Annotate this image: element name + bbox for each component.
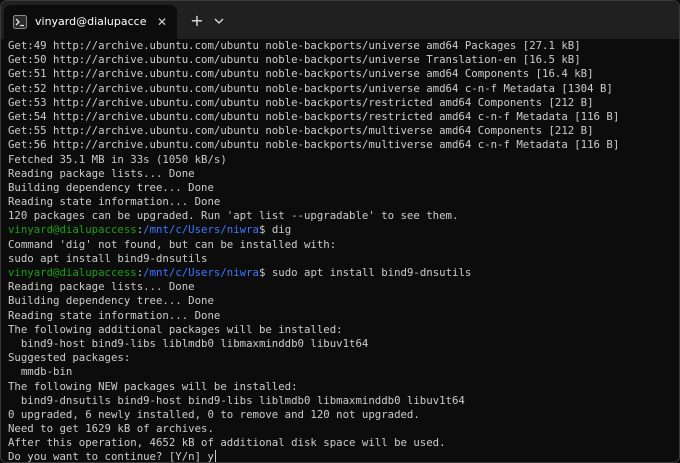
output-text: Need to get 1629 kB of archives. [8, 422, 214, 436]
text-cursor [214, 450, 217, 462]
linux-terminal-icon [13, 15, 27, 29]
terminal-output[interactable]: Get:49 http://archive.ubuntu.com/ubuntu … [1, 39, 679, 462]
prompt-user: vinyard@dialupaccess [8, 223, 137, 237]
output-text: The following NEW packages will be insta… [8, 379, 298, 393]
output-text: Command 'dig' not found, but can be inst… [8, 237, 337, 251]
prompt-command: sudo apt install bind9-dnsutils [271, 266, 472, 279]
output-text: bind9-dnsutils bind9-host bind9-libs lib… [8, 393, 465, 407]
output-text: bind9-host bind9-libs liblmdb0 libmaxmin… [8, 336, 369, 350]
scrollbar[interactable] [674, 43, 677, 453]
new-tab-button[interactable]: + [187, 11, 207, 31]
output-text: Get:52 http://archive.ubuntu.com/ubuntu … [8, 81, 613, 95]
prompt-command: dig [271, 223, 292, 237]
output-text: sudo apt install bind9-dnsutils [8, 251, 208, 265]
confirm-prompt: Do you want to continue? [Y/n] y [8, 450, 214, 462]
prompt-user: vinyard@dialupaccess [8, 266, 137, 279]
output-line: The following additional packages will b… [8, 323, 679, 337]
output-text: Get:53 http://archive.ubuntu.com/ubuntu … [8, 95, 594, 109]
output-text: Get:54 http://archive.ubuntu.com/ubuntu … [8, 109, 620, 123]
output-line: bind9-host bind9-libs liblmdb0 libmaxmin… [8, 337, 679, 351]
prompt-symbol: $ [258, 266, 272, 279]
output-text: Suggested packages: [8, 351, 131, 365]
output-text: After this operation, 4652 kB of additio… [8, 436, 446, 450]
output-line: Get:54 http://archive.ubuntu.com/ubuntu … [8, 110, 679, 124]
prompt-symbol: $ [258, 223, 272, 237]
prompt-path: /mnt/c/Users/niwra [143, 223, 259, 237]
output-line: Building dependency tree... Done [8, 294, 679, 308]
output-text: 0 upgraded, 6 newly installed, 0 to remo… [8, 407, 420, 421]
output-line: Reading package lists... Done [8, 280, 679, 294]
output-line: Fetched 35.1 MB in 33s (1050 kB/s) [8, 153, 679, 167]
output-text: Get:50 http://archive.ubuntu.com/ubuntu … [8, 53, 581, 67]
output-line: Get:55 http://archive.ubuntu.com/ubuntu … [8, 124, 679, 138]
output-text: Get:55 http://archive.ubuntu.com/ubuntu … [8, 124, 594, 138]
output-line: Get:52 http://archive.ubuntu.com/ubuntu … [8, 82, 679, 96]
output-text: 120 packages can be upgraded. Run 'apt l… [8, 209, 459, 223]
output-line: 0 upgraded, 6 newly installed, 0 to remo… [8, 408, 679, 422]
output-text: Reading package lists... Done [8, 166, 195, 180]
output-text: The following additional packages will b… [8, 322, 343, 336]
terminal-tab[interactable]: vinyard@dialupaccess: /mnt/c ✕ [4, 5, 177, 39]
output-line: Command 'dig' not found, but can be inst… [8, 238, 679, 252]
prompt-line: vinyard@dialupaccess:/mnt/c/Users/niwra$… [8, 223, 679, 237]
output-line: sudo apt install bind9-dnsutils [8, 252, 679, 266]
output-line: Reading state information... Done [8, 195, 679, 209]
output-line: The following NEW packages will be insta… [8, 380, 679, 394]
prompt-line: vinyard@dialupaccess:/mnt/c/Users/niwra$… [8, 266, 679, 280]
output-line: mmdb-bin [8, 365, 679, 379]
output-line: Need to get 1629 kB of archives. [8, 422, 679, 436]
prompt-path: /mnt/c/Users/niwra [143, 266, 259, 279]
terminal-window: vinyard@dialupaccess: /mnt/c ✕ + Get:49 … [0, 0, 680, 463]
output-line: Get:53 http://archive.ubuntu.com/ubuntu … [8, 96, 679, 110]
title-bar: vinyard@dialupaccess: /mnt/c ✕ + [1, 1, 679, 39]
output-text: Reading state information... Done [8, 195, 221, 209]
output-text: Building dependency tree... Done [8, 180, 214, 194]
output-text: Get:56 http://archive.ubuntu.com/ubuntu … [8, 138, 620, 152]
output-text: Reading state information... Done [8, 308, 221, 322]
output-text: Get:49 http://archive.ubuntu.com/ubuntu … [8, 39, 581, 52]
tab-title: vinyard@dialupaccess: /mnt/c [35, 15, 147, 28]
output-text: Reading package lists... Done [8, 280, 195, 294]
output-line: Reading package lists... Done [8, 167, 679, 181]
output-line: Get:50 http://archive.ubuntu.com/ubuntu … [8, 53, 679, 67]
output-text: mmdb-bin [8, 365, 73, 379]
output-line: bind9-dnsutils bind9-host bind9-libs lib… [8, 394, 679, 408]
output-line: Get:51 http://archive.ubuntu.com/ubuntu … [8, 67, 679, 81]
output-text: Fetched 35.1 MB in 33s (1050 kB/s) [8, 152, 227, 166]
output-line: Get:49 http://archive.ubuntu.com/ubuntu … [8, 39, 679, 53]
output-line: Suggested packages: [8, 351, 679, 365]
close-tab-button[interactable]: ✕ [154, 14, 170, 30]
chevron-down-icon[interactable] [211, 11, 227, 31]
output-line: Building dependency tree... Done [8, 181, 679, 195]
output-line: After this operation, 4652 kB of additio… [8, 436, 679, 450]
output-text: Get:51 http://archive.ubuntu.com/ubuntu … [8, 67, 594, 81]
output-line: Reading state information... Done [8, 309, 679, 323]
output-text: Building dependency tree... Done [8, 294, 214, 308]
input-line: Do you want to continue? [Y/n] y [8, 450, 679, 462]
output-line: Get:56 http://archive.ubuntu.com/ubuntu … [8, 138, 679, 152]
output-line: 120 packages can be upgraded. Run 'apt l… [8, 209, 679, 223]
